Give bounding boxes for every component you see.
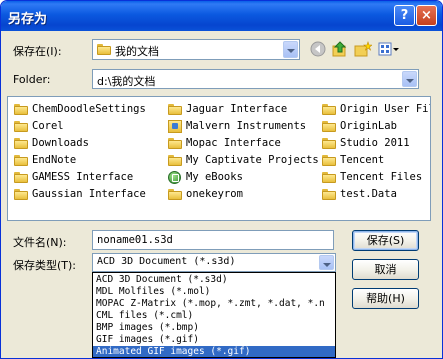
filetype-option[interactable]: GIF images (*.gif)	[93, 334, 335, 346]
folder-icon	[14, 104, 28, 115]
save-button[interactable]: 保存(S)	[352, 230, 419, 251]
folder-icon	[322, 155, 336, 166]
folder-icon	[168, 138, 182, 149]
cancel-button[interactable]: 取消	[352, 259, 419, 280]
help-title-button[interactable]: ?	[394, 5, 415, 26]
folder-icon	[14, 189, 28, 200]
save-in-combo[interactable]: 我的文档	[92, 39, 300, 60]
ebook-icon	[168, 171, 181, 184]
folder-icon	[168, 155, 182, 166]
help-button[interactable]: 帮助(H)	[352, 288, 419, 309]
filename-input[interactable]: noname01.s3d	[92, 230, 334, 250]
chevron-down-icon[interactable]	[319, 255, 334, 270]
folder-icon	[14, 121, 28, 132]
close-button[interactable]: ×	[416, 5, 437, 26]
folder-icon	[322, 138, 336, 149]
title-bar[interactable]: 另存为 ? ×	[1, 1, 442, 31]
file-list[interactable]: ChemDoodleSettings Corel Downloads EndNo…	[7, 96, 431, 221]
save-as-dialog: 另存为 ? × 保存在(I): 我的文档 Folder: d:\我的文档 Che…	[0, 0, 443, 359]
folder-icon	[168, 189, 182, 200]
dialog-title: 另存为	[8, 12, 48, 27]
folder-path-value: d:\我的文档	[97, 75, 156, 88]
save-in-label: 保存在(I):	[13, 45, 62, 58]
folder-icon	[168, 104, 182, 115]
folder-icon	[322, 172, 336, 183]
folder-label: Folder:	[13, 73, 51, 86]
save-in-value: 我的文档	[115, 45, 159, 58]
folder-icon	[97, 44, 111, 55]
filetype-value: ACD 3D Document (*.s3d)	[97, 256, 236, 267]
filetype-option[interactable]: CML files (*.cml)	[93, 310, 335, 322]
folder-icon	[322, 189, 336, 200]
chevron-down-icon[interactable]	[402, 71, 417, 87]
filetype-option[interactable]: BMP images (*.bmp)	[93, 322, 335, 334]
folder-path-combo[interactable]: d:\我的文档	[92, 69, 419, 89]
folder-icon	[322, 104, 336, 115]
filename-value: noname01.s3d	[97, 234, 173, 246]
filetype-label: 保存类型(T):	[13, 259, 77, 272]
filetype-option[interactable]: MOPAC Z-Matrix (*.mop, *.zmt, *.dat, *.n	[93, 298, 335, 310]
chevron-down-icon[interactable]	[283, 41, 298, 58]
back-arrow-icon[interactable]	[310, 41, 326, 57]
folder-icon	[14, 172, 28, 183]
folder-icon	[322, 121, 336, 132]
filetype-option-selected[interactable]: Animated GIF images (*.gif)	[93, 346, 335, 357]
folder-icon	[14, 138, 28, 149]
filename-label: 文件名(N):	[13, 236, 67, 249]
filetype-combo[interactable]: ACD 3D Document (*.s3d)	[92, 253, 336, 272]
filetype-option[interactable]: ACD 3D Document (*.s3d)	[93, 274, 335, 286]
filetype-dropdown-list[interactable]: ACD 3D Document (*.s3d) MDL Molfiles (*.…	[92, 272, 336, 358]
folder-icon	[14, 155, 28, 166]
new-folder-icon[interactable]	[354, 41, 372, 57]
up-folder-icon[interactable]	[332, 41, 348, 57]
view-menu-icon[interactable]	[378, 41, 400, 57]
filetype-option[interactable]: MDL Molfiles (*.mol)	[93, 286, 335, 298]
special-folder-icon	[168, 120, 182, 133]
